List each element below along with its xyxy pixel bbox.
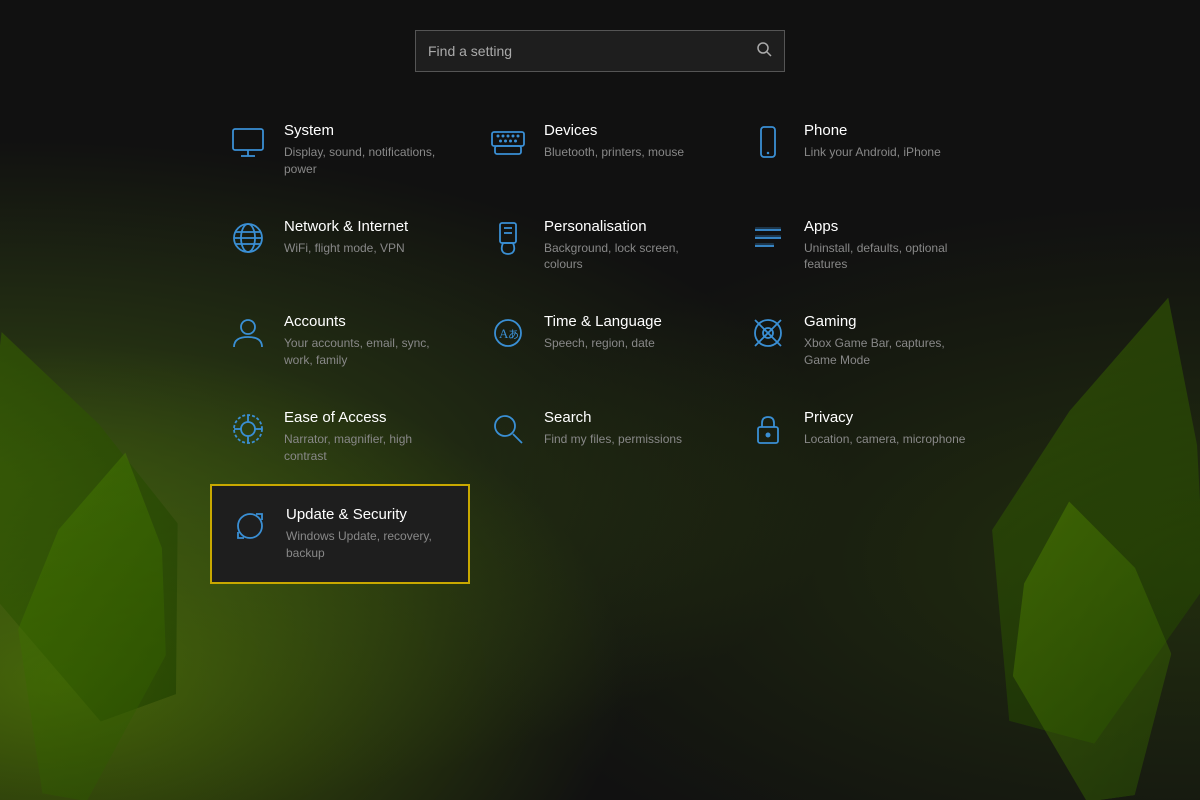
- brush-icon: [488, 218, 528, 258]
- setting-text-devices: Devices Bluetooth, printers, mouse: [544, 122, 684, 161]
- setting-title-ease: Ease of Access: [284, 409, 452, 427]
- setting-item-personalisation[interactable]: Personalisation Background, lock screen,…: [470, 198, 730, 294]
- keyboard-icon: [488, 122, 528, 162]
- setting-text-personalisation: Personalisation Background, lock screen,…: [544, 218, 712, 274]
- svg-text:あ: あ: [508, 328, 519, 341]
- search-icon: [756, 41, 772, 62]
- setting-desc-update: Windows Update, recovery, backup: [286, 528, 450, 562]
- setting-text-search: Search Find my files, permissions: [544, 409, 682, 448]
- setting-desc-privacy: Location, camera, microphone: [804, 431, 965, 448]
- globe-icon: [228, 218, 268, 258]
- search-input[interactable]: [428, 43, 748, 59]
- setting-text-gaming: Gaming Xbox Game Bar, captures, Game Mod…: [804, 313, 972, 369]
- settings-grid: System Display, sound, notifications, po…: [210, 102, 990, 584]
- search-bar: [415, 30, 785, 72]
- setting-desc-gaming: Xbox Game Bar, captures, Game Mode: [804, 335, 972, 369]
- setting-text-apps: Apps Uninstall, defaults, optional featu…: [804, 218, 972, 274]
- setting-item-ease[interactable]: Ease of Access Narrator, magnifier, high…: [210, 389, 470, 485]
- monitor-icon: [228, 122, 268, 162]
- setting-desc-phone: Link your Android, iPhone: [804, 144, 941, 161]
- setting-text-phone: Phone Link your Android, iPhone: [804, 122, 941, 161]
- setting-item-update[interactable]: Update & Security Windows Update, recove…: [210, 484, 470, 584]
- setting-title-gaming: Gaming: [804, 313, 972, 331]
- main-content: System Display, sound, notifications, po…: [0, 0, 1200, 800]
- setting-desc-system: Display, sound, notifications, power: [284, 144, 452, 178]
- setting-title-system: System: [284, 122, 452, 140]
- setting-item-devices[interactable]: Devices Bluetooth, printers, mouse: [470, 102, 730, 198]
- setting-item-system[interactable]: System Display, sound, notifications, po…: [210, 102, 470, 198]
- setting-text-network: Network & Internet WiFi, flight mode, VP…: [284, 218, 408, 257]
- setting-title-network: Network & Internet: [284, 218, 408, 236]
- setting-title-phone: Phone: [804, 122, 941, 140]
- setting-text-accounts: Accounts Your accounts, email, sync, wor…: [284, 313, 452, 369]
- ease-icon: [228, 409, 268, 449]
- setting-desc-time: Speech, region, date: [544, 335, 662, 352]
- setting-item-phone[interactable]: Phone Link your Android, iPhone: [730, 102, 990, 198]
- setting-title-search: Search: [544, 409, 682, 427]
- setting-desc-network: WiFi, flight mode, VPN: [284, 240, 408, 257]
- setting-text-privacy: Privacy Location, camera, microphone: [804, 409, 965, 448]
- apps-icon: [748, 218, 788, 258]
- person-icon: [228, 313, 268, 353]
- setting-title-apps: Apps: [804, 218, 972, 236]
- setting-desc-search: Find my files, permissions: [544, 431, 682, 448]
- phone-icon: [748, 122, 788, 162]
- language-icon: Aあ: [488, 313, 528, 353]
- setting-title-personalisation: Personalisation: [544, 218, 712, 236]
- search-icon: [488, 409, 528, 449]
- privacy-icon: [748, 409, 788, 449]
- setting-item-apps[interactable]: Apps Uninstall, defaults, optional featu…: [730, 198, 990, 294]
- update-icon: [230, 506, 270, 546]
- setting-item-accounts[interactable]: Accounts Your accounts, email, sync, wor…: [210, 293, 470, 389]
- setting-text-system: System Display, sound, notifications, po…: [284, 122, 452, 178]
- setting-desc-devices: Bluetooth, printers, mouse: [544, 144, 684, 161]
- setting-title-time: Time & Language: [544, 313, 662, 331]
- gaming-icon: [748, 313, 788, 353]
- setting-item-gaming[interactable]: Gaming Xbox Game Bar, captures, Game Mod…: [730, 293, 990, 389]
- setting-desc-apps: Uninstall, defaults, optional features: [804, 240, 972, 274]
- setting-text-update: Update & Security Windows Update, recove…: [286, 506, 450, 562]
- setting-item-time[interactable]: Aあ Time & Language Speech, region, date: [470, 293, 730, 389]
- setting-desc-ease: Narrator, magnifier, high contrast: [284, 431, 452, 465]
- setting-item-network[interactable]: Network & Internet WiFi, flight mode, VP…: [210, 198, 470, 294]
- setting-title-accounts: Accounts: [284, 313, 452, 331]
- setting-text-time: Time & Language Speech, region, date: [544, 313, 662, 352]
- setting-title-privacy: Privacy: [804, 409, 965, 427]
- search-bar-wrapper: [415, 30, 785, 72]
- setting-text-ease: Ease of Access Narrator, magnifier, high…: [284, 409, 452, 465]
- setting-title-devices: Devices: [544, 122, 684, 140]
- setting-item-privacy[interactable]: Privacy Location, camera, microphone: [730, 389, 990, 485]
- setting-desc-personalisation: Background, lock screen, colours: [544, 240, 712, 274]
- setting-title-update: Update & Security: [286, 506, 450, 524]
- setting-desc-accounts: Your accounts, email, sync, work, family: [284, 335, 452, 369]
- setting-item-search[interactable]: Search Find my files, permissions: [470, 389, 730, 485]
